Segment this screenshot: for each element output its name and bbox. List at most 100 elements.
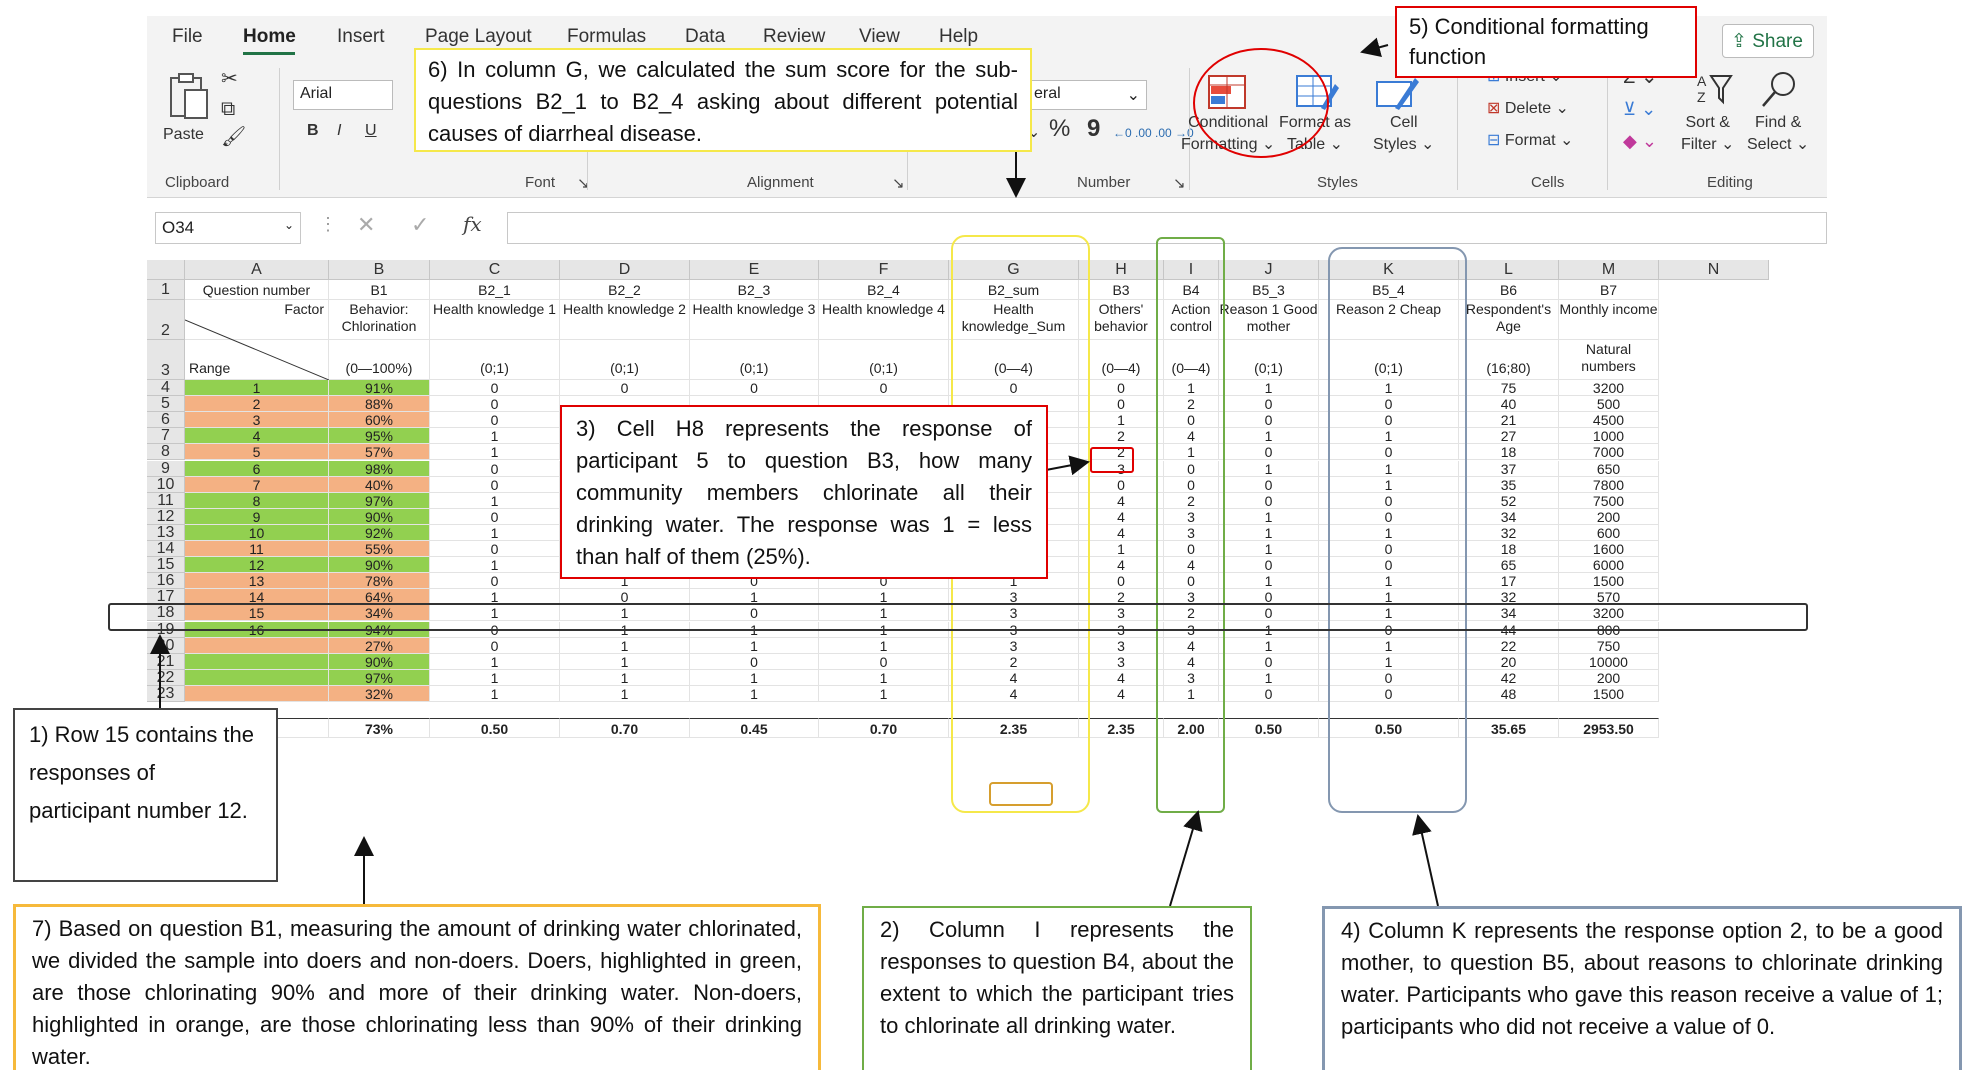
header-cell[interactable]: Natural numbers	[1559, 340, 1659, 380]
fill-icon[interactable]: ⊻ ⌄	[1623, 98, 1656, 120]
data-cell[interactable]: 1500	[1559, 685, 1659, 702]
column-header[interactable]: L	[1459, 260, 1559, 280]
data-cell[interactable]: 6000	[1559, 557, 1659, 574]
total-cell[interactable]: 73%	[329, 718, 430, 739]
data-cell[interactable]: 1	[560, 653, 690, 670]
header-cell[interactable]: Question number	[185, 280, 329, 300]
data-cell[interactable]: 97%	[329, 669, 430, 686]
data-cell[interactable]: 0	[430, 412, 560, 429]
bold-button[interactable]: B	[307, 120, 319, 142]
data-cell[interactable]: 1	[430, 669, 560, 686]
header-cell[interactable]: Behavior: Chlorination	[329, 300, 430, 340]
data-cell[interactable]: 200	[1559, 669, 1659, 686]
row-header[interactable]: 20	[147, 637, 185, 654]
data-cell[interactable]: 1	[1219, 669, 1319, 686]
data-cell[interactable]: 0	[430, 476, 560, 493]
row-header[interactable]: 7	[147, 428, 185, 445]
cut-icon[interactable]: ✂	[221, 68, 238, 90]
header-cell[interactable]: Health knowledge 1	[430, 300, 560, 340]
data-cell[interactable]: 0	[430, 573, 560, 590]
data-cell[interactable]: 1	[819, 685, 949, 702]
cancel-entry-icon[interactable]: ✕	[357, 212, 375, 238]
data-cell[interactable]: 1	[560, 637, 690, 654]
total-cell[interactable]: 0.70	[819, 718, 949, 739]
data-cell[interactable]: 75	[1459, 380, 1559, 397]
data-cell[interactable]: 55%	[329, 541, 430, 558]
row-header[interactable]: 4	[147, 379, 185, 397]
header-cell[interactable]: (16;80)	[1459, 340, 1559, 380]
data-cell[interactable]: 0	[1079, 476, 1164, 493]
select-all-corner[interactable]	[147, 260, 185, 280]
data-cell[interactable]: 0	[1219, 685, 1319, 702]
row-header[interactable]: 12	[147, 508, 185, 525]
data-cell[interactable]	[185, 669, 329, 686]
data-cell[interactable]: 7500	[1559, 492, 1659, 509]
font-name-dropdown[interactable]: Arial	[293, 80, 393, 110]
data-cell[interactable]: 1	[819, 669, 949, 686]
data-cell[interactable]: 91%	[329, 380, 430, 397]
data-cell[interactable]: 4500	[1559, 412, 1659, 429]
header-cell[interactable]: B5_3	[1219, 280, 1319, 300]
share-button[interactable]: ⇪ Share	[1722, 24, 1814, 58]
row-header[interactable]: 15	[147, 556, 185, 574]
data-cell[interactable]: 4	[1079, 524, 1164, 541]
insert-function-icon[interactable]: fx	[463, 212, 482, 236]
header-cell[interactable]: Factor	[185, 300, 329, 340]
data-cell[interactable]: 3	[185, 412, 329, 429]
data-cell[interactable]: 0	[1219, 412, 1319, 429]
data-cell[interactable]: 95%	[329, 428, 430, 445]
data-cell[interactable]: 0	[690, 380, 819, 397]
data-cell[interactable]: 42	[1459, 669, 1559, 686]
row-header[interactable]: 9	[147, 460, 185, 477]
data-cell[interactable]: 48	[1459, 685, 1559, 702]
clear-icon[interactable]: ◆ ⌄	[1623, 130, 1657, 152]
data-cell[interactable]: 0	[1079, 573, 1164, 590]
data-cell[interactable]: 1	[690, 685, 819, 702]
data-cell[interactable]: 1	[1079, 412, 1164, 429]
data-cell[interactable]: 27	[1459, 428, 1559, 445]
data-cell[interactable]: 1	[1219, 637, 1319, 654]
data-cell[interactable]: 750	[1559, 637, 1659, 654]
header-cell[interactable]: Health knowledge 3	[690, 300, 819, 340]
column-header[interactable]: D	[560, 260, 690, 280]
data-cell[interactable]: 1	[430, 524, 560, 541]
row-header[interactable]: 5	[147, 395, 185, 413]
data-cell[interactable]: 1	[185, 380, 329, 397]
data-cell[interactable]: 78%	[329, 573, 430, 590]
data-cell[interactable]: 1	[430, 685, 560, 702]
data-cell[interactable]: 18	[1459, 444, 1559, 461]
data-cell[interactable]: 32	[1459, 524, 1559, 541]
data-cell[interactable]: 4	[1079, 492, 1164, 509]
data-cell[interactable]: 7000	[1559, 444, 1659, 461]
header-cell[interactable]: B2_2	[560, 280, 690, 300]
data-cell[interactable]: 1	[560, 669, 690, 686]
format-cells-button[interactable]: ⊟ Format ⌄	[1487, 130, 1573, 152]
sort-filter-icon[interactable]: AZ	[1695, 70, 1735, 108]
data-cell[interactable]: 0	[1219, 396, 1319, 413]
confirm-entry-icon[interactable]: ✓	[411, 212, 429, 238]
total-cell[interactable]: 0.45	[690, 718, 819, 739]
data-cell[interactable]: 20	[1459, 653, 1559, 670]
percent-button[interactable]: %	[1049, 117, 1070, 141]
data-cell[interactable]: 6	[185, 460, 329, 477]
data-cell[interactable]: 4	[185, 428, 329, 445]
data-cell[interactable]: 52	[1459, 492, 1559, 509]
data-cell[interactable]: 32%	[329, 685, 430, 702]
data-cell[interactable]: 4	[1079, 685, 1164, 702]
data-cell[interactable]: 1600	[1559, 541, 1659, 558]
data-cell[interactable]: 0	[430, 380, 560, 397]
data-cell[interactable]: 0	[430, 508, 560, 525]
header-cell[interactable]: B1	[329, 280, 430, 300]
name-box[interactable]: O34 ⌄	[155, 212, 301, 244]
data-cell[interactable]	[185, 653, 329, 670]
data-cell[interactable]: 650	[1559, 460, 1659, 477]
format-painter-icon[interactable]: 🖌	[221, 126, 246, 148]
data-cell[interactable]: 1	[430, 557, 560, 574]
header-cell[interactable]: B2_4	[819, 280, 949, 300]
data-cell[interactable]: 90%	[329, 557, 430, 574]
row-header[interactable]: 23	[147, 685, 185, 702]
data-cell[interactable]: 1	[1219, 573, 1319, 590]
tab-insert[interactable]: Insert	[337, 26, 385, 48]
cell-styles-icon[interactable]	[1375, 74, 1419, 112]
row-header[interactable]: 10	[147, 476, 185, 493]
